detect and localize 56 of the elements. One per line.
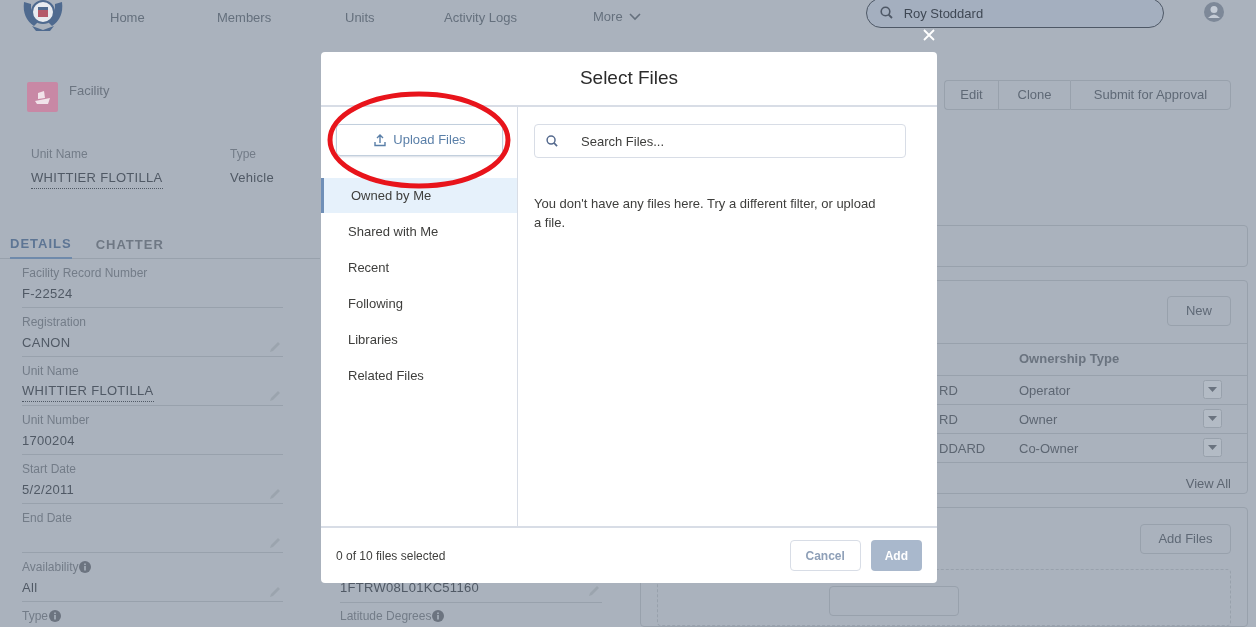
info-icon (79, 560, 92, 573)
field-value: 5/2/2011 (22, 481, 75, 499)
filter-item[interactable]: Recent (321, 250, 517, 285)
record-link[interactable]: WHITTIER FLOTILLA (31, 168, 163, 189)
info-icon (49, 609, 61, 622)
nav-link[interactable]: Units (345, 10, 375, 25)
field-value: 1FTRW08L01KC51160 (340, 578, 480, 597)
field-value: Vehicle (230, 169, 275, 187)
nav-link[interactable]: Members (217, 10, 272, 25)
info-icon (432, 610, 445, 622)
dropdown-icon[interactable] (1203, 380, 1222, 399)
action-button[interactable]: Submit for Approval (1070, 80, 1231, 110)
global-search-field[interactable]: Roy Stoddard (865, 0, 1164, 28)
chevron-down-icon (628, 13, 641, 21)
ship-icon (27, 82, 58, 112)
table-cell: Operator (1019, 382, 1071, 398)
action-button[interactable]: Clone (998, 80, 1070, 110)
table-cell: Co-Owner (1019, 440, 1079, 456)
view-all-link[interactable]: View All (1185, 473, 1231, 493)
record-link[interactable]: WHITTIER FLOTILLA (22, 381, 154, 402)
table-cell: Owner (1019, 411, 1058, 427)
new-button[interactable]: New (1167, 295, 1231, 326)
search-field[interactable]: Search Files... (534, 124, 906, 158)
column-header: Ownership Type (1019, 350, 1120, 369)
table-cell: RD (939, 382, 958, 398)
field-value: F-22524 (22, 285, 73, 303)
object-label: Facility (69, 82, 110, 100)
table-cell: DDARD (939, 440, 986, 456)
filter-item[interactable]: Shared with Me (321, 214, 517, 249)
nav-link[interactable]: Home (110, 10, 145, 25)
field-value: CANON (22, 334, 71, 352)
selection-count: 0 of 10 files selected (336, 547, 447, 565)
search-icon (879, 6, 893, 19)
empty-message: You don't have any files here. Try a different filter, or upload a file. (534, 195, 877, 232)
upload-files-button[interactable]: Upload Files (336, 124, 503, 156)
close-icon[interactable] (923, 29, 935, 41)
tab[interactable]: DETAILS (10, 230, 72, 259)
dialog-title: Select Files (579, 66, 679, 91)
filter-item[interactable]: Libraries (321, 322, 517, 357)
nav-link[interactable]: Activity Logs (444, 10, 517, 25)
field-value: 1700204 (22, 432, 75, 450)
filter-item[interactable]: Following (321, 286, 517, 321)
dropdown-icon[interactable] (1203, 438, 1222, 457)
filter-item[interactable]: Related Files (321, 358, 517, 393)
add-files-button[interactable]: Add Files (1140, 524, 1231, 554)
upload-icon (373, 133, 388, 147)
cancel-button[interactable]: Cancel (789, 540, 861, 571)
tab[interactable]: CHATTER (95, 230, 164, 259)
more-menu[interactable]: More (593, 5, 641, 29)
field-value: All (22, 579, 38, 597)
avatar-icon[interactable] (1203, 2, 1224, 22)
table-cell: RD (939, 411, 958, 427)
filter-item[interactable]: Owned by Me (321, 178, 517, 213)
dropdown-icon[interactable] (1203, 409, 1222, 428)
action-button[interactable]: Edit (944, 80, 998, 110)
search-icon (546, 135, 558, 147)
